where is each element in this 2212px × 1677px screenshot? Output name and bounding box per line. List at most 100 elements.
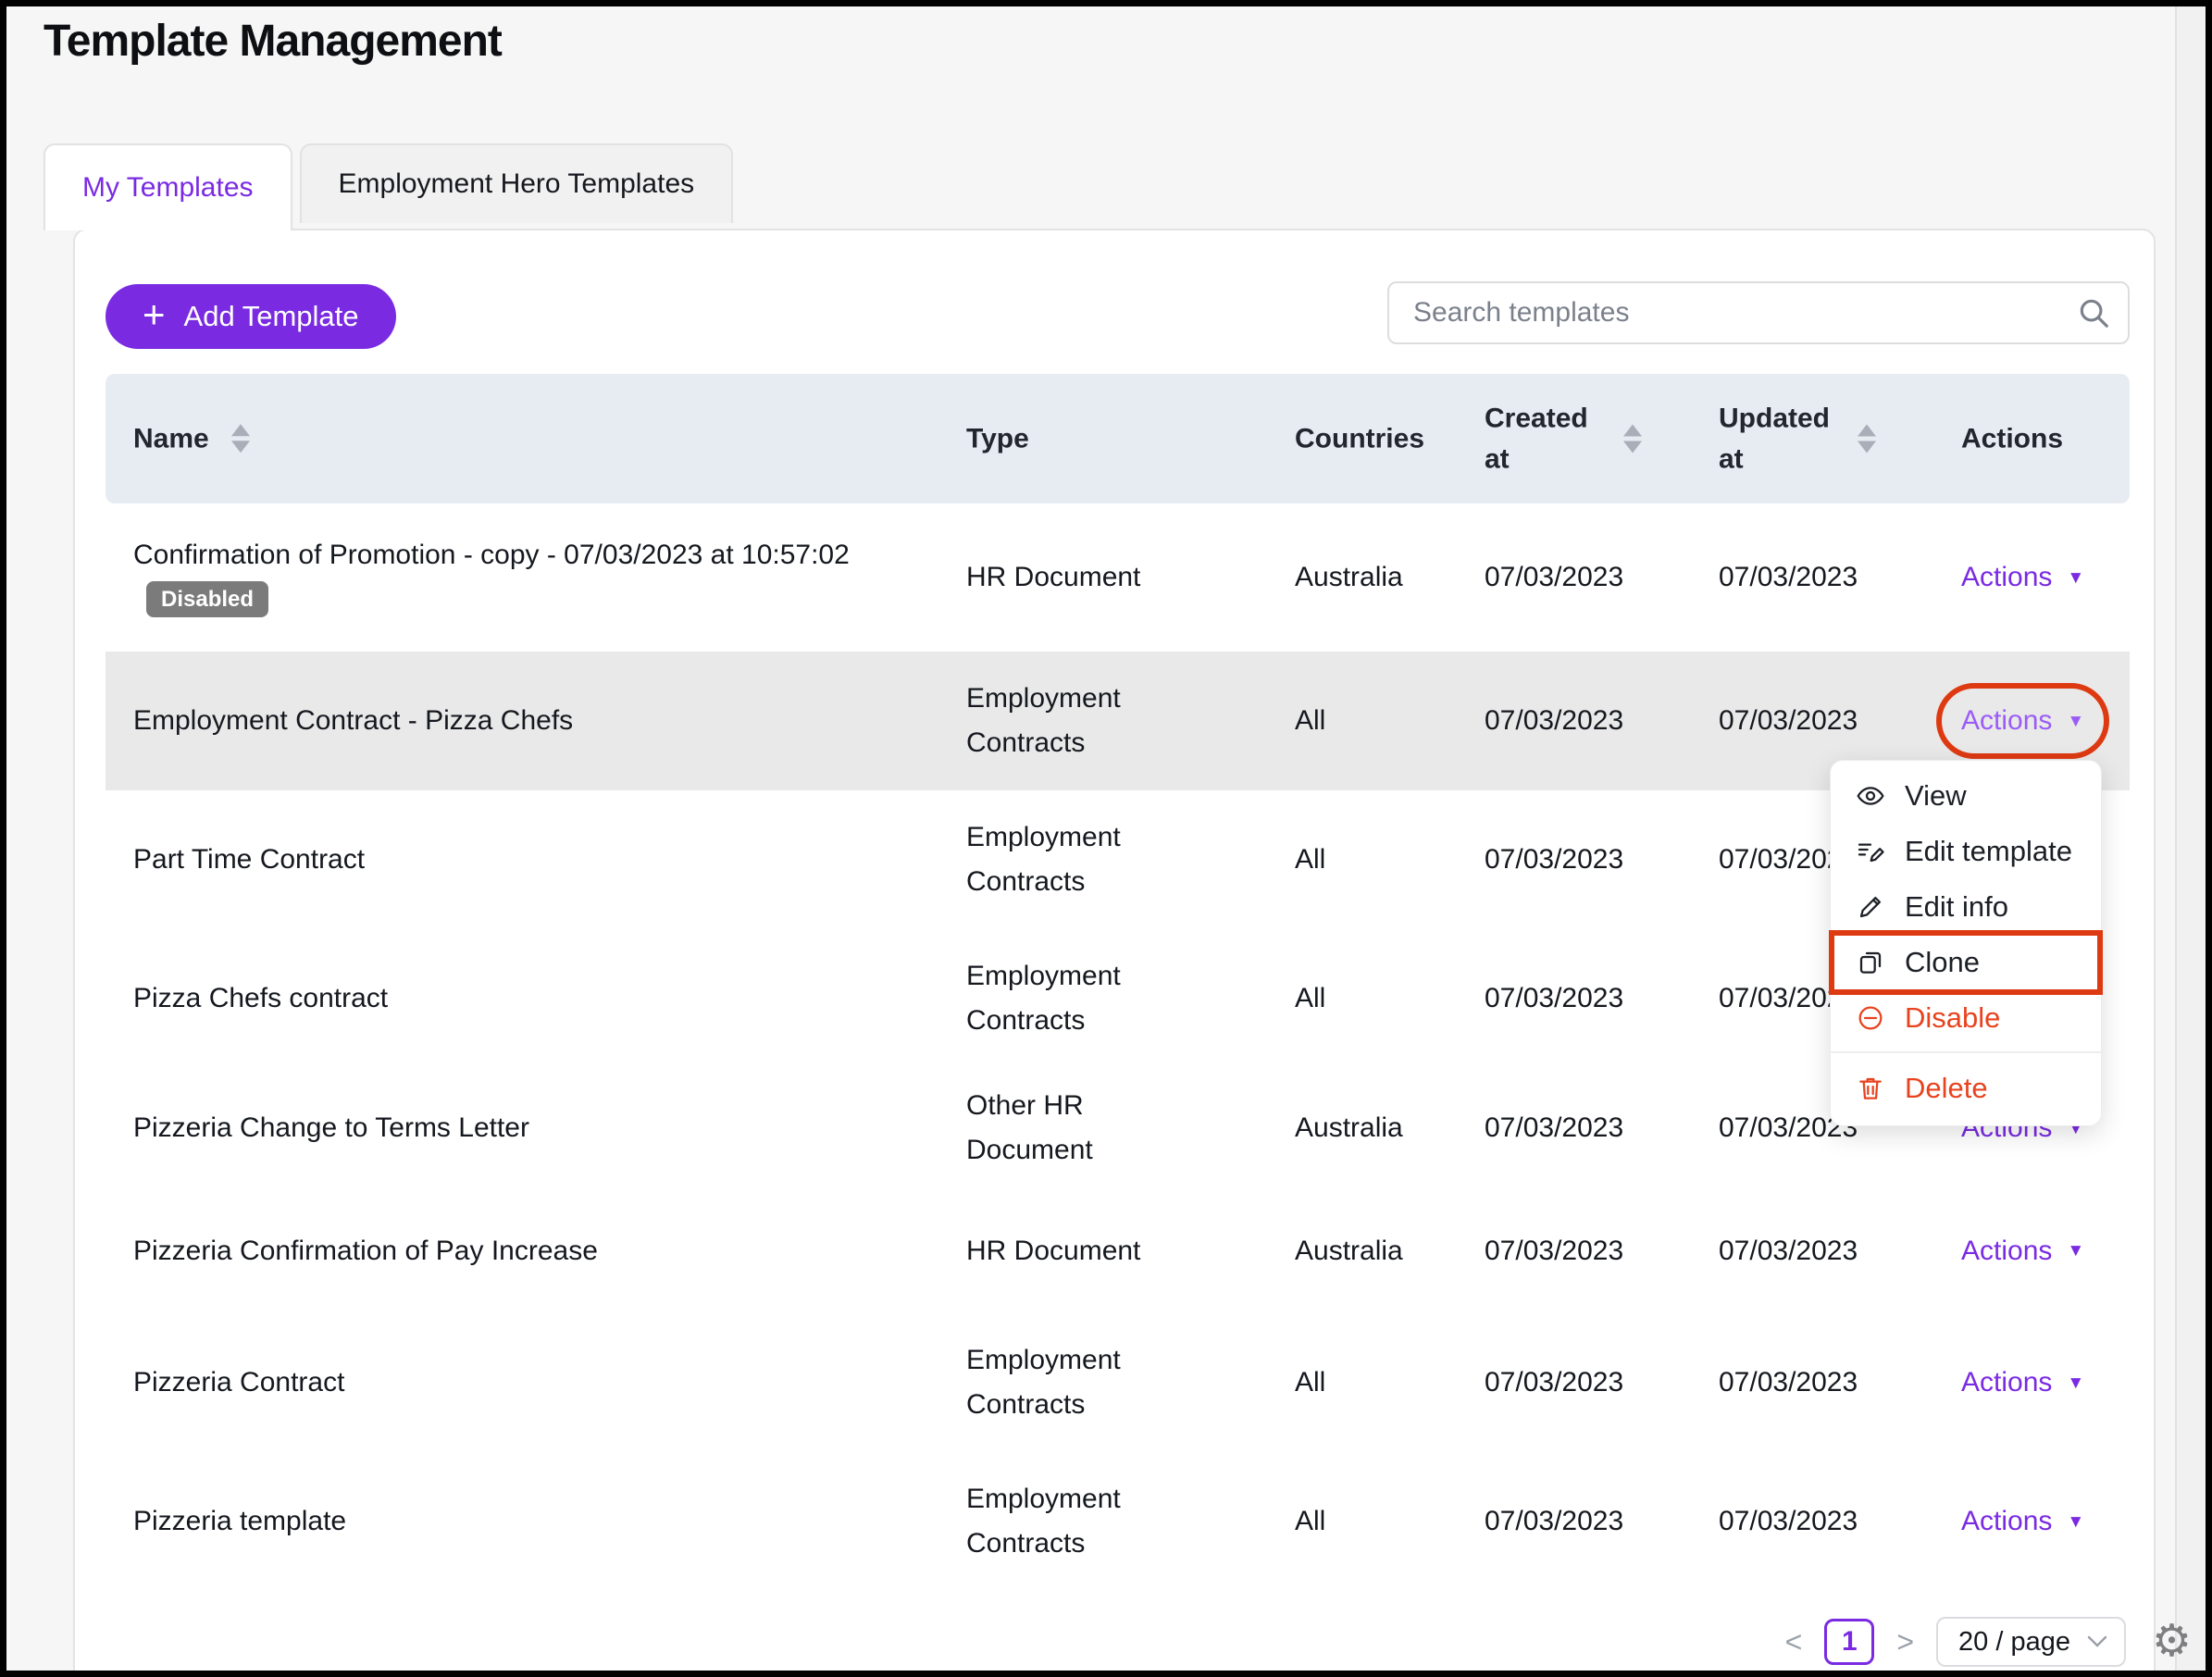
table-body: Confirmation of Promotion - copy - 07/03… [106,503,2130,1591]
template-type-cell: Employment Contracts [966,1338,1216,1427]
template-name-cell: Employment Contract - Pizza Chefs [133,699,948,743]
search-box [1387,281,2130,344]
row-actions-button[interactable]: Actions ▼ [1961,555,2084,600]
chevron-down-icon: ▼ [2067,1242,2084,1260]
actions-label: Actions [1961,1229,2052,1273]
template-name-cell: Part Time Contract [133,838,948,882]
search-icon [2076,295,2111,330]
actions-label: Actions [1961,699,2052,743]
sort-icon[interactable] [1623,425,1642,453]
status-badge: Disabled [146,581,268,617]
template-name: Pizzeria Confirmation of Pay Increase [133,1236,598,1266]
created-at-cell: 07/03/2023 [1485,1360,1711,1405]
menu-item-delete[interactable]: Delete [1831,1051,2101,1118]
countries-cell: All [1295,976,1471,1021]
search-input[interactable] [1387,281,2130,344]
sort-icon[interactable] [231,425,250,453]
template-name: Part Time Contract [133,844,365,875]
countries-cell: All [1295,1499,1471,1544]
template-name-cell: Pizzeria template [133,1499,948,1544]
actions-cell: Actions ▼ [1961,699,2132,743]
created-at-cell: 07/03/2023 [1485,838,1711,882]
tab-employment-hero-templates[interactable]: Employment Hero Templates [300,143,734,223]
row-actions-button[interactable]: Actions ▼ [1961,1499,2084,1544]
table-row: Pizzeria Contract Employment Contracts A… [106,1313,2130,1452]
actions-label: Actions [1961,555,2052,600]
chevron-down-icon: ▼ [2067,1374,2084,1392]
menu-item-edit-info[interactable]: Edit info [1831,879,2101,935]
updated-at-cell: 07/03/2023 [1719,699,1950,743]
template-name-cell: Confirmation of Promotion - copy - 07/03… [133,533,948,622]
next-page-button[interactable]: > [1893,1627,1918,1657]
current-page-button[interactable]: 1 [1824,1619,1874,1665]
add-template-label: Add Template [184,300,359,333]
gear-icon[interactable]: ⚙ [2152,1615,2192,1667]
row-actions-button[interactable]: Actions ▼ [1961,1360,2084,1405]
tab-label: My Templates [82,172,254,204]
table-row: Confirmation of Promotion - copy - 07/03… [106,503,2130,652]
column-header-created-at[interactable]: Created at [1485,399,1711,479]
column-header-name[interactable]: Name [133,418,948,459]
template-name: Pizzeria template [133,1506,346,1536]
actions-cell: Actions ▼ [1961,1229,2132,1273]
countries-cell: Australia [1295,1106,1471,1150]
template-type-cell: Employment Contracts [966,677,1216,765]
chevron-down-icon: ▼ [2067,569,2084,587]
template-name-cell: Pizzeria Confirmation of Pay Increase [133,1229,948,1273]
column-label: Updated at [1719,399,1835,479]
minus-circle-icon [1855,1002,1886,1034]
add-template-button[interactable]: + Add Template [106,284,396,349]
updated-at-cell: 07/03/2023 [1719,1499,1950,1544]
actions-context-menu: View Edit template Edit info Clone Disab… [1830,760,2102,1126]
row-actions-button[interactable]: Actions ▼ [1961,1229,2084,1273]
tab-my-templates[interactable]: My Templates [43,143,292,230]
templates-card: + Add Template Name Type Countries Created … [73,229,2156,1677]
column-header-type: Type [966,418,1216,459]
tab-bar: My Templates Employment Hero Templates [43,143,733,230]
menu-item-label: Edit template [1905,835,2072,868]
template-name: Pizzeria Change to Terms Letter [133,1112,529,1143]
updated-at-cell: 07/03/2023 [1719,1229,1950,1273]
table-row: Pizzeria Confirmation of Pay Increase HR… [106,1188,2130,1313]
actions-cell: Actions ▼ [1961,555,2132,600]
created-at-cell: 07/03/2023 [1485,1499,1711,1544]
created-at-cell: 07/03/2023 [1485,1229,1711,1273]
actions-label: Actions [1961,1360,2052,1405]
created-at-cell: 07/03/2023 [1485,976,1711,1021]
template-name: Confirmation of Promotion - copy - 07/03… [133,540,850,570]
sort-icon[interactable] [1858,425,1876,453]
created-at-cell: 07/03/2023 [1485,1106,1711,1150]
actions-cell: Actions ▼ [1961,1499,2132,1544]
column-header-updated-at[interactable]: Updated at [1719,399,1950,479]
template-type-cell: HR Document [966,555,1216,600]
chevron-down-icon: ▼ [2067,1513,2084,1531]
table-header: NameTypeCountriesCreated atUpdated atAct… [106,374,2130,503]
countries-cell: All [1295,1360,1471,1405]
previous-page-button[interactable]: < [1782,1627,1807,1657]
menu-item-edit-template[interactable]: Edit template [1831,824,2101,879]
row-actions-button[interactable]: Actions ▼ [1961,699,2084,743]
table-row: Part Time Contract Employment Contracts … [106,790,2130,929]
column-label: Created at [1485,399,1601,479]
template-name-cell: Pizzeria Change to Terms Letter [133,1106,948,1150]
table-row: Pizzeria template Employment Contracts A… [106,1452,2130,1591]
template-type-cell: Other HR Document [966,1084,1216,1173]
actions-label: Actions [1961,1499,2052,1544]
menu-item-label: Edit info [1905,890,2008,924]
menu-item-label: Disable [1905,1001,2000,1035]
template-type-cell: Employment Contracts [966,1477,1216,1566]
page-size-select[interactable]: 20 / page [1936,1617,2126,1667]
column-label: Countries [1295,418,1424,459]
app-window: Template Management My Templates Employm… [0,0,2212,1677]
table-row: Pizzeria Change to Terms Letter Other HR… [106,1068,2130,1188]
menu-item-clone[interactable]: Clone [1831,935,2101,990]
scrollbar-track[interactable] [2175,6,2206,1671]
template-type-cell: HR Document [966,1229,1216,1273]
countries-cell: All [1295,838,1471,882]
updated-at-cell: 07/03/2023 [1719,555,1950,600]
table-row: Pizza Chefs contract Employment Contract… [106,929,2130,1068]
menu-item-disable[interactable]: Disable [1831,990,2101,1046]
menu-item-view[interactable]: View [1831,768,2101,824]
page-title: Template Management [43,16,502,67]
template-type-cell: Employment Contracts [966,954,1216,1043]
